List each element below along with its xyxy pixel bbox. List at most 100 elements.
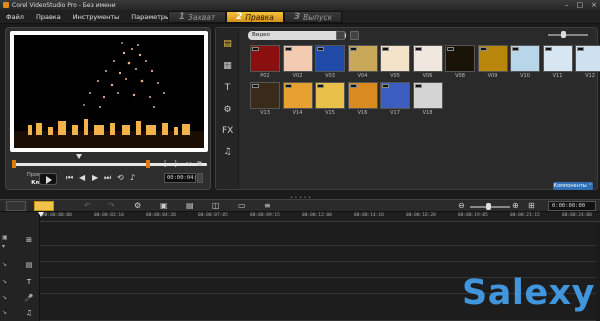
title-track-toggle[interactable]: ↘ xyxy=(2,278,7,285)
enlarge-preview-icon[interactable]: ⧉ xyxy=(197,160,202,169)
media-thumbnail[interactable] xyxy=(347,82,378,109)
video-track-icon: ⊞ xyxy=(26,236,32,244)
media-thumbnail[interactable] xyxy=(380,82,410,109)
timecode-spinner[interactable] xyxy=(197,173,203,183)
step-number: 1 xyxy=(178,12,186,22)
timeline-view-button[interactable] xyxy=(34,201,54,211)
previous-frame-icon[interactable]: ◀ xyxy=(79,173,85,182)
title-icon[interactable]: T xyxy=(222,83,233,93)
fit-project-icon[interactable]: ⊞ xyxy=(528,201,535,210)
minimize-icon[interactable]: – xyxy=(565,1,569,9)
media-thumbnail[interactable] xyxy=(510,45,540,72)
preview-timecode[interactable]: 00:00:04:11 xyxy=(164,173,203,183)
media-thumbnail[interactable] xyxy=(380,45,410,72)
timeline-ruler[interactable]: 00:00:00:00 00:00:02:10 00:00:04:20 00:00:0… xyxy=(40,212,600,222)
media-thumbnail[interactable] xyxy=(282,82,313,109)
thumbnail-label: V15 xyxy=(325,110,335,116)
media-thumbnail[interactable] xyxy=(282,45,313,72)
media-thumbnail[interactable] xyxy=(575,45,600,72)
next-frame-icon[interactable]: ▶ xyxy=(92,173,98,182)
step-number: 3 xyxy=(293,12,301,22)
thumbnail-zoom-slider[interactable] xyxy=(548,34,588,36)
menu-file[interactable]: Файл xyxy=(0,13,30,21)
menu-edit[interactable]: Правка xyxy=(30,13,67,21)
music-track-toggle[interactable]: ↘ xyxy=(2,309,7,316)
redo-icon[interactable]: ↷ xyxy=(108,201,115,210)
video-badge-icon xyxy=(284,47,292,51)
filter-icon[interactable]: FX xyxy=(222,126,233,136)
video-badge-icon xyxy=(512,47,519,51)
preview-frame xyxy=(10,31,208,152)
close-icon[interactable]: × xyxy=(591,1,597,9)
trim-mark-in[interactable] xyxy=(12,160,16,168)
motion-tracking-icon[interactable]: ◫ xyxy=(212,201,220,210)
import-media-button[interactable] xyxy=(336,31,345,40)
video-badge-icon xyxy=(317,47,324,51)
step-edit[interactable]: 2 Правка xyxy=(226,11,284,23)
media-thumbnail[interactable] xyxy=(315,45,345,72)
voice-track-toggle[interactable]: ↘ xyxy=(2,294,7,301)
media-thumbnail[interactable] xyxy=(347,45,378,72)
video-track[interactable] xyxy=(40,222,596,246)
video-badge-icon xyxy=(349,84,357,88)
mixer-icon[interactable]: ≡ xyxy=(264,201,271,210)
instant-project-icon[interactable]: ▦ xyxy=(222,61,233,71)
undo-icon[interactable]: ↶ xyxy=(84,201,91,210)
mark-in-icon[interactable]: [ xyxy=(164,160,167,168)
step-capture[interactable]: 1 Захват xyxy=(168,11,226,23)
repeat-icon[interactable]: ⟲ xyxy=(117,173,124,182)
media-thumbnail[interactable] xyxy=(250,82,280,109)
trim-scrubber[interactable] xyxy=(12,163,207,166)
audio-icon[interactable]: ♫ xyxy=(222,147,233,157)
overlay-track-toggle[interactable]: ↘ xyxy=(2,261,7,268)
auto-music-icon[interactable]: ▤ xyxy=(186,201,194,210)
scrubber-playhead[interactable] xyxy=(76,154,82,159)
volume-icon[interactable]: ♪ xyxy=(130,173,135,182)
library-options-button[interactable] xyxy=(350,31,359,40)
media-thumbnail[interactable] xyxy=(412,45,443,72)
overlay-track[interactable] xyxy=(40,246,596,262)
thumbnail-label: V10 xyxy=(520,73,530,79)
thumbnail-label: V04 xyxy=(357,73,368,79)
voice-track-icon: 🎤 xyxy=(24,294,34,302)
zoom-in-icon[interactable]: ⊕ xyxy=(512,201,519,210)
end-icon[interactable]: ⏭ xyxy=(104,173,111,183)
play-button[interactable] xyxy=(39,173,57,185)
window-controls: – □ × xyxy=(565,1,597,9)
smart-proxy-icon[interactable]: ⚙ xyxy=(134,201,141,210)
menu-tools[interactable]: Инструменты xyxy=(67,13,126,21)
media-thumbnail[interactable] xyxy=(542,45,573,72)
track-dropdown-icon[interactable]: ▾ xyxy=(2,243,5,250)
components-button[interactable]: Компоненты ⌃ xyxy=(553,182,593,190)
video-badge-icon xyxy=(252,84,259,88)
components-label: Компоненты xyxy=(553,183,587,189)
ruler-tick-label: 00:00:07:05 xyxy=(198,213,228,218)
video-badge-icon xyxy=(544,47,552,51)
timeline-timecode[interactable]: 0:00:00:00 xyxy=(548,201,596,211)
media-thumbnail[interactable] xyxy=(412,82,443,109)
trim-mark-out[interactable] xyxy=(146,160,150,168)
thumbnail-zoom-knob[interactable] xyxy=(561,31,566,38)
video-badge-icon xyxy=(317,84,324,88)
media-thumbnail[interactable] xyxy=(477,45,508,72)
video-badge-icon xyxy=(349,47,357,51)
transition-icon[interactable]: ⚙ xyxy=(222,105,233,115)
split-clip-icon[interactable]: ✂ xyxy=(186,160,192,168)
storyboard-view-button[interactable] xyxy=(6,201,26,211)
home-icon[interactable]: ⏮ xyxy=(66,173,73,183)
media-thumbnail[interactable] xyxy=(250,45,280,72)
maximize-icon[interactable]: □ xyxy=(577,1,584,9)
library-category-dropdown[interactable]: Видео xyxy=(248,31,346,40)
media-thumbnail[interactable] xyxy=(315,82,345,109)
mark-out-icon[interactable]: ] xyxy=(174,160,177,168)
video-badge-icon xyxy=(479,47,487,51)
zoom-out-icon[interactable]: ⊖ xyxy=(458,201,465,210)
media-icon[interactable]: ▤ xyxy=(222,39,233,49)
record-capture-icon[interactable]: ▣ xyxy=(160,201,168,210)
timeline-zoom-knob[interactable] xyxy=(486,203,491,210)
timeline-playhead[interactable] xyxy=(38,212,44,217)
step-share[interactable]: 3 Выпуск xyxy=(284,11,342,23)
media-thumbnail[interactable] xyxy=(445,45,475,72)
track-visibility-icon[interactable]: ▣ xyxy=(2,234,8,241)
subtitle-editor-icon[interactable]: ▭ xyxy=(238,201,246,210)
